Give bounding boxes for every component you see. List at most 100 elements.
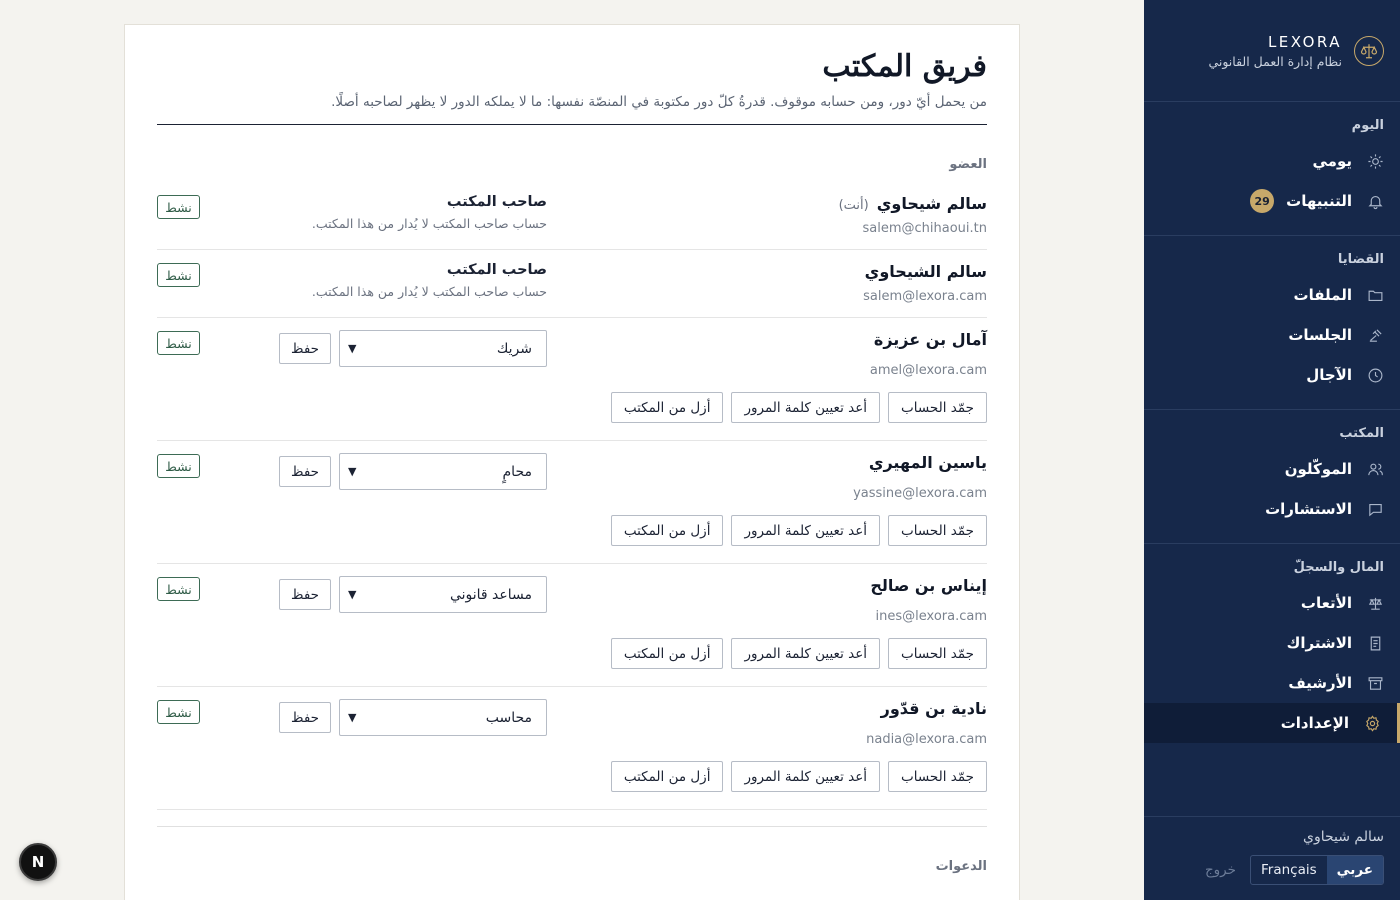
role-select[interactable]: محامٍ ▼ — [339, 453, 547, 490]
role-select[interactable]: شريك ▼ — [339, 330, 547, 367]
remove-member-button[interactable]: أزل من المكتب — [610, 515, 724, 546]
save-role-button[interactable]: حفظ — [279, 333, 331, 364]
section-divider — [157, 826, 987, 827]
chevron-down-icon: ▼ — [348, 711, 357, 724]
sidebar-item-label: الاستشارات — [1265, 500, 1352, 518]
sidebar-item-daily[interactable]: يومي — [1144, 141, 1400, 181]
reset-password-button[interactable]: أعد تعيين كلمة المرور — [731, 638, 881, 669]
role-select[interactable]: محاسب ▼ — [339, 699, 547, 736]
member-email: salem@chihaoui.tn — [862, 221, 988, 236]
remove-member-button[interactable]: أزل من المكتب — [610, 392, 724, 423]
nav-section-cases: القضايا الملفات الجلسات الآجال — [1144, 236, 1400, 410]
freeze-account-button[interactable]: جمّد الحساب — [888, 392, 987, 423]
nav-section-title: اليوم — [1351, 118, 1384, 133]
sun-icon — [1366, 152, 1384, 170]
sidebar-item-deadlines[interactable]: الآجال — [1144, 355, 1400, 395]
role-select-value: مساعد قانوني — [449, 586, 532, 603]
logout-link[interactable]: خروج — [1205, 862, 1236, 878]
clock-icon — [1366, 366, 1384, 384]
you-tag: (أنت) — [838, 198, 869, 213]
current-user-name: سالم شيحاوي — [1302, 829, 1384, 845]
sidebar-item-label: الأتعاب — [1300, 594, 1352, 612]
sidebar-footer: سالم شيحاوي عربي Français خروج — [1144, 816, 1400, 900]
freeze-account-button[interactable]: جمّد الحساب — [888, 515, 987, 546]
sidebar-item-archive[interactable]: الأرشيف — [1144, 663, 1400, 703]
page-title: فريق المكتب — [822, 49, 987, 84]
role-select[interactable]: مساعد قانوني ▼ — [339, 576, 547, 613]
remove-member-button[interactable]: أزل من المكتب — [610, 761, 724, 792]
role-select-value: محاسب — [485, 709, 532, 726]
member-row: نادية بن قدّور nadia@lexora.cam محاسب ▼ ح… — [157, 687, 987, 810]
lang-arabic-button[interactable]: عربي — [1326, 856, 1383, 884]
invites-section-header: الدعوات — [935, 859, 987, 874]
nav-section-title: المكتب — [1339, 426, 1384, 441]
chat-icon — [1366, 500, 1384, 518]
member-name: نادية بن قدّور — [880, 699, 987, 718]
sidebar-item-label: الأرشيف — [1288, 674, 1352, 692]
gear-icon — [1363, 714, 1381, 732]
brand: LEXORA نظام إدارة العمل القانوني — [1144, 0, 1400, 102]
sidebar-item-hearings[interactable]: الجلسات — [1144, 315, 1400, 355]
sidebar-item-subscription[interactable]: الاشتراك — [1144, 623, 1400, 663]
sidebar-item-label: الموكّلون — [1284, 460, 1352, 478]
sidebar: LEXORA نظام إدارة العمل القانوني اليوم ي… — [1144, 0, 1400, 900]
sidebar-item-clients[interactable]: الموكّلون — [1144, 449, 1400, 489]
nav-section-office: المكتب الموكّلون الاستشارات — [1144, 410, 1400, 544]
member-email: yassine@lexora.cam — [853, 486, 987, 501]
nav-section-today: اليوم يومي التنبيهات 29 — [1144, 102, 1400, 236]
member-column-header: العضو — [949, 157, 987, 172]
member-email: salem@lexora.cam — [863, 289, 987, 304]
member-email: ines@lexora.cam — [875, 609, 987, 624]
save-role-button[interactable]: حفظ — [279, 579, 331, 610]
archive-icon — [1366, 674, 1384, 692]
sidebar-item-consultations[interactable]: الاستشارات — [1144, 489, 1400, 529]
status-badge: نشط — [157, 331, 200, 355]
owner-note: حساب صاحب المكتب لا يُدار من هذا المكتب. — [311, 216, 547, 231]
team-panel: فريق المكتب من يحمل أيّ دور، ومن حسابه م… — [124, 24, 1020, 900]
folder-icon — [1366, 286, 1384, 304]
role-select-value: محامٍ — [502, 463, 532, 480]
owner-note: حساب صاحب المكتب لا يُدار من هذا المكتب. — [311, 284, 547, 299]
nav-section-finance: المال والسجلّ الأتعاب الاشتراك الأرشيف ا… — [1144, 544, 1400, 757]
reset-password-button[interactable]: أعد تعيين كلمة المرور — [731, 761, 881, 792]
users-icon — [1366, 460, 1384, 478]
status-badge: نشط — [157, 700, 200, 724]
lang-french-button[interactable]: Français — [1251, 856, 1327, 884]
save-role-button[interactable]: حفظ — [279, 456, 331, 487]
sidebar-item-label: الجلسات — [1288, 326, 1352, 344]
sidebar-item-alerts[interactable]: التنبيهات 29 — [1144, 181, 1400, 221]
sidebar-item-label: الآجال — [1306, 366, 1352, 384]
sidebar-item-label: التنبيهات — [1286, 192, 1352, 210]
reset-password-button[interactable]: أعد تعيين كلمة المرور — [731, 515, 881, 546]
sidebar-item-label: يومي — [1312, 152, 1353, 170]
remove-member-button[interactable]: أزل من المكتب — [610, 638, 724, 669]
member-row: آمال بن عزيزة amel@lexora.cam شريك ▼ حفظ … — [157, 318, 987, 441]
page-subtitle: من يحمل أيّ دور، ومن حسابه موقوف. قدرةُ … — [331, 94, 987, 110]
member-row: سالم الشيحاوي salem@lexora.cam صاحب المك… — [157, 250, 987, 318]
member-row: سالم شيحاوي (أنت) salem@chihaoui.tn صاحب … — [157, 184, 987, 250]
nav-section-title: القضايا — [1337, 252, 1384, 267]
chevron-down-icon: ▼ — [348, 465, 357, 478]
dev-tools-button[interactable]: N — [19, 843, 57, 881]
freeze-account-button[interactable]: جمّد الحساب — [888, 761, 987, 792]
save-role-button[interactable]: حفظ — [279, 702, 331, 733]
status-badge: نشط — [157, 454, 200, 478]
sidebar-item-label: الاشتراك — [1286, 634, 1352, 652]
sidebar-item-files[interactable]: الملفات — [1144, 275, 1400, 315]
member-name: ياسين المهيري — [868, 453, 987, 472]
sidebar-item-settings[interactable]: الإعدادات — [1144, 703, 1400, 743]
nav-section-title: المال والسجلّ — [1293, 560, 1384, 575]
scales-logo-icon — [1354, 35, 1384, 66]
language-switcher: عربي Français — [1249, 855, 1384, 885]
sidebar-item-fees[interactable]: الأتعاب — [1144, 583, 1400, 623]
bell-icon — [1366, 192, 1384, 210]
chevron-down-icon: ▼ — [348, 588, 357, 601]
reset-password-button[interactable]: أعد تعيين كلمة المرور — [731, 392, 881, 423]
member-name: آمال بن عزيزة — [873, 330, 987, 349]
member-email: amel@lexora.cam — [869, 363, 987, 378]
member-row: ياسين المهيري yassine@lexora.cam محامٍ ▼ … — [157, 441, 987, 564]
sidebar-item-label: الملفات — [1293, 286, 1352, 304]
freeze-account-button[interactable]: جمّد الحساب — [888, 638, 987, 669]
title-divider — [157, 124, 987, 125]
member-row: إيناس بن صالح ines@lexora.cam مساعد قانو… — [157, 564, 987, 687]
